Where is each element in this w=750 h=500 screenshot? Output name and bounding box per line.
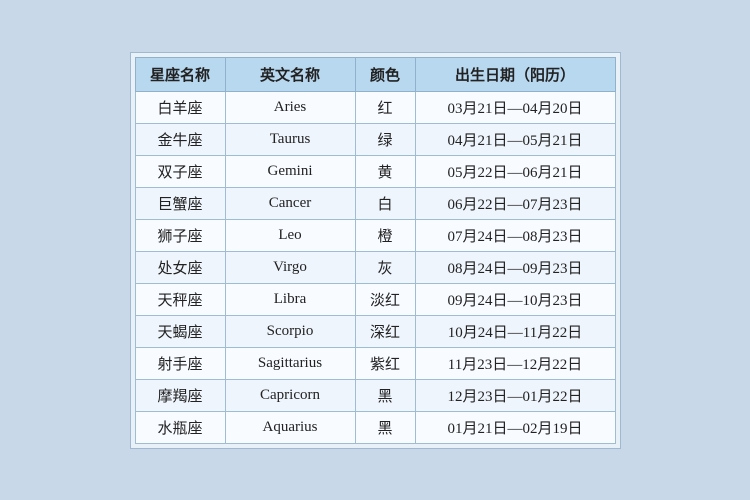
table-row: 金牛座Taurus绿04月21日—05月21日: [135, 123, 615, 155]
cell-en: Aquarius: [225, 411, 355, 443]
cell-zh: 射手座: [135, 347, 225, 379]
cell-zh: 白羊座: [135, 91, 225, 123]
cell-date: 03月21日—04月20日: [415, 91, 615, 123]
cell-zh: 巨蟹座: [135, 187, 225, 219]
table-row: 天蝎座Scorpio深红10月24日—11月22日: [135, 315, 615, 347]
table-row: 处女座Virgo灰08月24日—09月23日: [135, 251, 615, 283]
cell-color: 黑: [355, 379, 415, 411]
table-row: 双子座Gemini黄05月22日—06月21日: [135, 155, 615, 187]
cell-zh: 摩羯座: [135, 379, 225, 411]
cell-color: 黑: [355, 411, 415, 443]
header-color: 颜色: [355, 57, 415, 91]
cell-date: 05月22日—06月21日: [415, 155, 615, 187]
cell-en: Cancer: [225, 187, 355, 219]
cell-zh: 处女座: [135, 251, 225, 283]
header-date: 出生日期（阳历）: [415, 57, 615, 91]
table-row: 摩羯座Capricorn黑12月23日—01月22日: [135, 379, 615, 411]
cell-zh: 双子座: [135, 155, 225, 187]
table-row: 天秤座Libra淡红09月24日—10月23日: [135, 283, 615, 315]
table-row: 白羊座Aries红03月21日—04月20日: [135, 91, 615, 123]
cell-color: 绿: [355, 123, 415, 155]
cell-date: 01月21日—02月19日: [415, 411, 615, 443]
cell-en: Virgo: [225, 251, 355, 283]
table-row: 狮子座Leo橙07月24日—08月23日: [135, 219, 615, 251]
cell-color: 深红: [355, 315, 415, 347]
header-en: 英文名称: [225, 57, 355, 91]
cell-zh: 狮子座: [135, 219, 225, 251]
table-row: 巨蟹座Cancer白06月22日—07月23日: [135, 187, 615, 219]
cell-date: 07月24日—08月23日: [415, 219, 615, 251]
cell-en: Aries: [225, 91, 355, 123]
zodiac-table: 星座名称 英文名称 颜色 出生日期（阳历） 白羊座Aries红03月21日—04…: [135, 57, 616, 444]
cell-en: Capricorn: [225, 379, 355, 411]
cell-zh: 天蝎座: [135, 315, 225, 347]
cell-date: 06月22日—07月23日: [415, 187, 615, 219]
cell-zh: 天秤座: [135, 283, 225, 315]
cell-zh: 水瓶座: [135, 411, 225, 443]
header-zh: 星座名称: [135, 57, 225, 91]
table-header-row: 星座名称 英文名称 颜色 出生日期（阳历）: [135, 57, 615, 91]
cell-color: 紫红: [355, 347, 415, 379]
cell-en: Libra: [225, 283, 355, 315]
cell-color: 淡红: [355, 283, 415, 315]
cell-color: 黄: [355, 155, 415, 187]
cell-date: 09月24日—10月23日: [415, 283, 615, 315]
cell-zh: 金牛座: [135, 123, 225, 155]
cell-en: Sagittarius: [225, 347, 355, 379]
cell-en: Scorpio: [225, 315, 355, 347]
cell-date: 04月21日—05月21日: [415, 123, 615, 155]
cell-en: Gemini: [225, 155, 355, 187]
cell-color: 灰: [355, 251, 415, 283]
cell-en: Taurus: [225, 123, 355, 155]
cell-color: 白: [355, 187, 415, 219]
cell-color: 橙: [355, 219, 415, 251]
cell-date: 10月24日—11月22日: [415, 315, 615, 347]
cell-color: 红: [355, 91, 415, 123]
cell-date: 11月23日—12月22日: [415, 347, 615, 379]
cell-date: 08月24日—09月23日: [415, 251, 615, 283]
cell-date: 12月23日—01月22日: [415, 379, 615, 411]
cell-en: Leo: [225, 219, 355, 251]
zodiac-table-container: 星座名称 英文名称 颜色 出生日期（阳历） 白羊座Aries红03月21日—04…: [130, 52, 621, 449]
table-row: 水瓶座Aquarius黑01月21日—02月19日: [135, 411, 615, 443]
table-row: 射手座Sagittarius紫红11月23日—12月22日: [135, 347, 615, 379]
